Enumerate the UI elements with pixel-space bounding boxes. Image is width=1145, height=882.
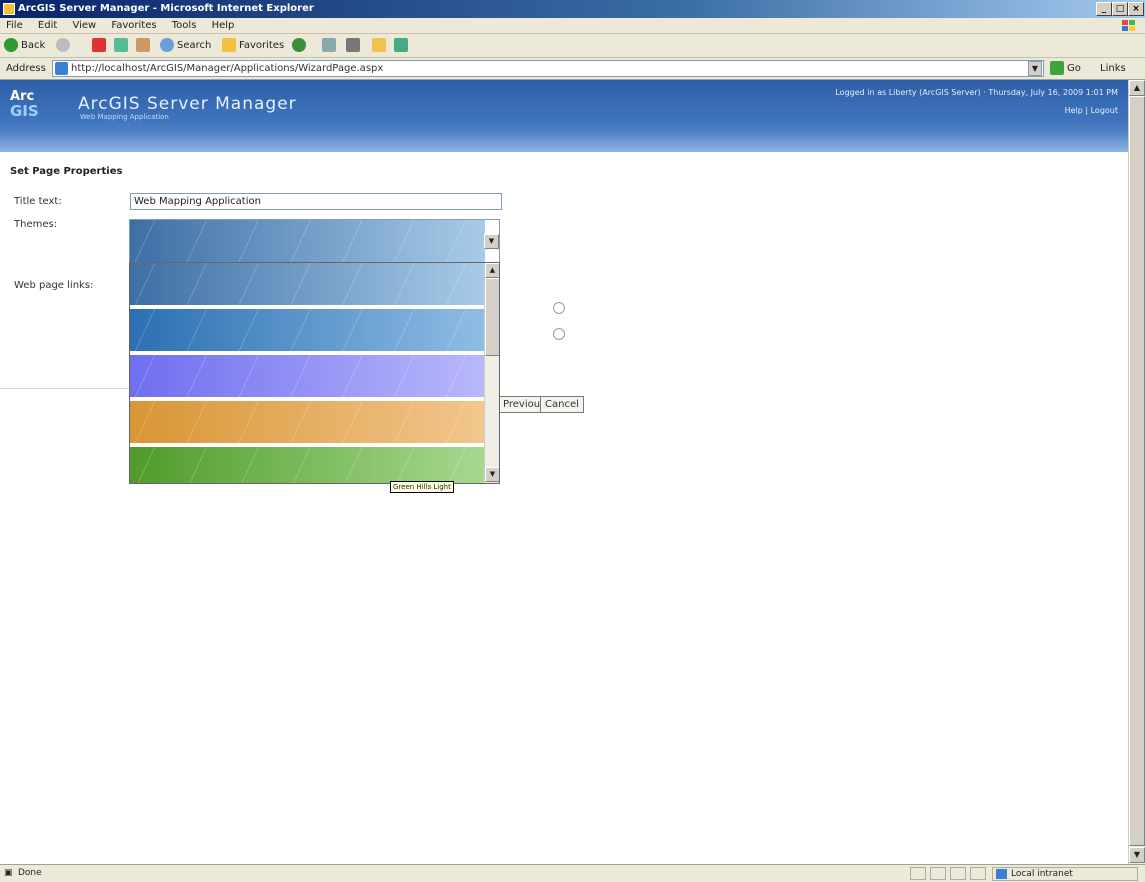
menu-view[interactable]: View [72, 20, 96, 31]
refresh-icon [114, 38, 128, 52]
favorites-star-icon [222, 38, 236, 52]
status-done-icon: ▣ [4, 868, 13, 878]
security-zone: Local intranet [992, 867, 1138, 881]
page-scroll-thumb[interactable] [1129, 96, 1145, 846]
menu-bar: File Edit View Favorites Tools Help [0, 18, 1145, 34]
web-page-links-label: Web page links: [14, 280, 94, 291]
home-icon [136, 38, 150, 52]
go-button[interactable]: Go [1050, 61, 1081, 77]
close-button[interactable]: × [1128, 2, 1144, 16]
theme-option-ocean[interactable] [130, 309, 485, 353]
print-icon [346, 38, 360, 52]
menu-favorites[interactable]: Favorites [111, 20, 156, 31]
header-banner-strip [0, 132, 1128, 152]
help-link[interactable]: Help [1065, 106, 1083, 115]
status-panel [950, 867, 966, 880]
links-button[interactable]: Links [1100, 61, 1126, 77]
arcgis-logo: Arc GIS [10, 89, 39, 120]
forward-button[interactable] [56, 38, 73, 54]
mail-button[interactable] [322, 38, 339, 54]
page-icon [55, 62, 68, 75]
status-text: Done [18, 868, 42, 878]
status-panel [910, 867, 926, 880]
folder-button[interactable] [372, 38, 389, 54]
favorites-button[interactable]: Favorites [222, 38, 284, 54]
menu-file[interactable]: File [6, 20, 23, 31]
messenger-icon [394, 38, 408, 52]
intranet-icon [996, 869, 1007, 879]
address-url: http://localhost/ArcGIS/Manager/Applicat… [71, 63, 384, 74]
page-heading: Set Page Properties [10, 166, 123, 177]
forward-arrow-icon [56, 38, 70, 52]
go-arrow-icon [1050, 61, 1064, 75]
stop-button[interactable] [92, 38, 109, 54]
status-panel [930, 867, 946, 880]
app-title: ArcGIS Server Manager [78, 94, 297, 114]
theme-option-green[interactable] [130, 447, 485, 483]
theme-dropdown-list: ▲ ▼ [129, 262, 500, 484]
theme-option-desert[interactable] [130, 401, 485, 445]
web-link-radio-2[interactable] [553, 328, 565, 340]
menu-help[interactable]: Help [212, 20, 235, 31]
search-button[interactable]: Search [160, 38, 211, 54]
address-label: Address [6, 63, 46, 74]
web-link-radio-1[interactable] [553, 302, 565, 314]
theme-select[interactable]: ▼ [129, 219, 500, 263]
folder-icon [372, 38, 386, 52]
theme-option-violet[interactable] [130, 355, 485, 399]
theme-tooltip: Green Hills Light [390, 481, 454, 493]
ie-icon [3, 3, 15, 15]
title-text-input[interactable]: Web Mapping Application [130, 193, 502, 210]
home-button[interactable] [136, 38, 153, 54]
window-title: ArcGIS Server Manager - Microsoft Intern… [18, 3, 314, 14]
selected-theme-swatch [130, 220, 485, 262]
maximize-button[interactable]: □ [1112, 2, 1128, 16]
page-content: Arc GIS ArcGIS Server Manager Web Mappin… [0, 80, 1128, 864]
print-button[interactable] [346, 38, 363, 54]
cancel-button[interactable]: Cancel [540, 396, 584, 413]
theme-list-scrollbar[interactable]: ▲ ▼ [484, 263, 499, 483]
menu-tools[interactable]: Tools [172, 20, 197, 31]
theme-list-scroll-thumb[interactable] [485, 278, 499, 356]
logout-link[interactable]: Logout [1091, 106, 1118, 115]
back-arrow-icon [4, 38, 18, 52]
windows-flag-icon [1122, 20, 1135, 31]
title-text-label: Title text: [14, 196, 62, 207]
page-scrollbar[interactable]: ▲ ▼ [1128, 80, 1145, 864]
stop-icon [92, 38, 106, 52]
status-bar: ▣ Done Local intranet [0, 864, 1145, 882]
theme-select-arrow[interactable]: ▼ [484, 234, 499, 249]
mail-icon [322, 38, 336, 52]
page-scroll-down[interactable]: ▼ [1129, 847, 1145, 863]
menu-edit[interactable]: Edit [38, 20, 57, 31]
refresh-button[interactable] [114, 38, 131, 54]
search-icon [160, 38, 174, 52]
window-title-bar: ArcGIS Server Manager - Microsoft Intern… [0, 0, 1145, 18]
theme-list-scroll-down[interactable]: ▼ [485, 467, 499, 482]
toolbar: Back Search Favorites [0, 34, 1145, 58]
theme-option-blue[interactable] [130, 263, 485, 307]
address-dropdown-button[interactable]: ▼ [1028, 61, 1042, 76]
login-status: Logged in as Liberty (ArcGIS Server) · T… [835, 88, 1118, 97]
status-panel [970, 867, 986, 880]
themes-label: Themes: [14, 219, 58, 230]
minimize-button[interactable]: _ [1096, 2, 1112, 16]
address-input[interactable]: http://localhost/ArcGIS/Manager/Applicat… [52, 60, 1044, 77]
page-scroll-up[interactable]: ▲ [1129, 80, 1145, 96]
app-subtitle: Web Mapping Application [80, 113, 169, 121]
header-links: Help | Logout [1064, 106, 1118, 115]
history-icon [292, 38, 306, 52]
back-button[interactable]: Back [4, 38, 45, 54]
messenger-button[interactable] [394, 38, 411, 54]
address-bar: Address http://localhost/ArcGIS/Manager/… [0, 58, 1145, 80]
history-button[interactable] [292, 38, 309, 54]
theme-list-scroll-up[interactable]: ▲ [485, 263, 499, 278]
